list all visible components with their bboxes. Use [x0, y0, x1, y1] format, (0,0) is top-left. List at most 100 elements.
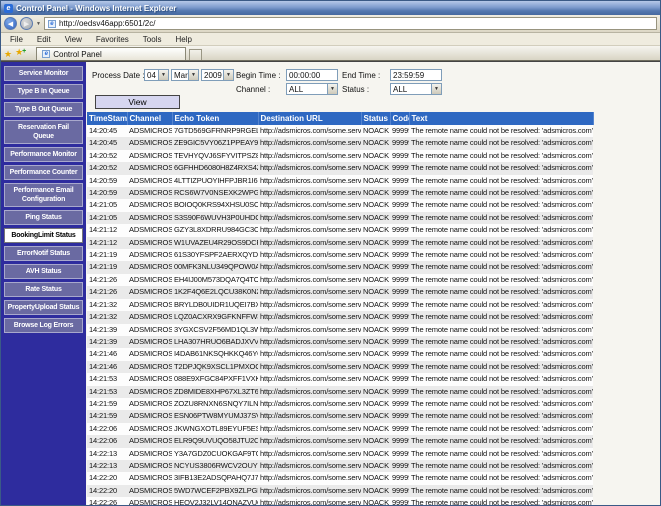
cell-text: The remote name could not be resolved: '… — [409, 212, 593, 224]
cell-channel: ADSMICROS — [127, 324, 172, 336]
cell-destination-url: http://adsmicros.com/some.server — [258, 249, 361, 261]
sidebar-item-performance-email-configuration[interactable]: Performance Email Configuration — [4, 183, 83, 207]
sidebar-item-service-monitor[interactable]: Service Monitor — [4, 66, 83, 81]
table-row: 14:21:19ADSMICROS00MFK3NLU349QPOW0AOZhtt… — [87, 261, 593, 273]
cell-echo-token: Y3A7GDZ0CUOKGAF9TQJA — [172, 448, 258, 460]
cell-channel: ADSMICROS — [127, 472, 172, 484]
cell-channel: ADSMICROS — [127, 448, 172, 460]
cell-channel: ADSMICROS — [127, 361, 172, 373]
day-select[interactable]: 04▼ — [144, 69, 169, 81]
sidebar-item-propertyupload-status[interactable]: PropertyUpload Status — [4, 300, 83, 315]
sidebar-item-ping-status[interactable]: Ping Status — [4, 210, 83, 225]
channel-select[interactable]: ALL▼ — [286, 83, 338, 95]
cell-code: 99999 — [390, 137, 409, 149]
sidebar-item-performance-monitor[interactable]: Performance Monitor — [4, 147, 83, 162]
url-text[interactable]: http://oedsv46app:6501/2c/ — [59, 19, 156, 28]
sidebar-item-type-b-in-queue[interactable]: Type B In Queue — [4, 84, 83, 99]
cell-destination-url: http://adsmicros.com/some.server — [258, 460, 361, 472]
cell-timestamp: 14:22:13 — [87, 460, 127, 472]
tab-control-panel[interactable]: e Control Panel — [36, 47, 186, 60]
sidebar-item-errornotif-status[interactable]: ErrorNotif Status — [4, 246, 83, 261]
menu-tools[interactable]: Tools — [136, 35, 169, 44]
cell-destination-url: http://adsmicros.com/some.server — [258, 336, 361, 348]
month-select[interactable]: Mar▼ — [171, 69, 199, 81]
menu-help[interactable]: Help — [168, 35, 198, 44]
cell-channel: ADSMICROS — [127, 162, 172, 174]
menu-file[interactable]: File — [3, 35, 30, 44]
table-row: 14:20:59ADSMICROSRCS6W7V0NSEXK2WPGSC6htt… — [87, 187, 593, 199]
cell-echo-token: BRYLDB0UIDR1UQEI7BXM — [172, 299, 258, 311]
cell-code: 99999 — [390, 472, 409, 484]
cell-status: NOACK — [361, 224, 390, 236]
process-date-label: Process Date : — [92, 71, 144, 80]
cell-timestamp: 14:21:59 — [87, 398, 127, 410]
cell-timestamp: 14:21:12 — [87, 224, 127, 236]
end-time-input[interactable] — [390, 69, 442, 81]
cell-status: NOACK — [361, 199, 390, 211]
cell-status: NOACK — [361, 398, 390, 410]
status-select[interactable]: ALL▼ — [390, 83, 442, 95]
cell-status: NOACK — [361, 423, 390, 435]
menu-view[interactable]: View — [58, 35, 89, 44]
cell-status: NOACK — [361, 460, 390, 472]
cell-text: The remote name could not be resolved: '… — [409, 485, 593, 497]
cell-text: The remote name could not be resolved: '… — [409, 311, 593, 323]
cell-text: The remote name could not be resolved: '… — [409, 448, 593, 460]
cell-timestamp: 14:21:46 — [87, 361, 127, 373]
add-favorite-icon[interactable]: ★ — [15, 46, 27, 60]
column-header-text: Text — [409, 112, 593, 125]
filter-form: Process Date : 04▼ Mar▼ 2009▼ Begin Time… — [86, 62, 660, 112]
begin-time-input[interactable] — [286, 69, 338, 81]
menu-edit[interactable]: Edit — [30, 35, 58, 44]
cell-channel: ADSMICROS — [127, 485, 172, 497]
sidebar-item-bookinglimit-status[interactable]: BookingLimit Status — [4, 228, 83, 243]
cell-code: 99999 — [390, 348, 409, 360]
cell-status: NOACK — [361, 150, 390, 162]
back-button[interactable]: ◀ — [4, 17, 17, 30]
cell-timestamp: 14:20:59 — [87, 175, 127, 187]
cell-status: NOACK — [361, 162, 390, 174]
sidebar-item-performance-counter[interactable]: Performance Counter — [4, 165, 83, 180]
cell-text: The remote name could not be resolved: '… — [409, 261, 593, 273]
cell-code: 99999 — [390, 187, 409, 199]
new-tab-stub[interactable] — [189, 49, 202, 60]
cell-status: NOACK — [361, 137, 390, 149]
cell-destination-url: http://adsmicros.com/some.server — [258, 386, 361, 398]
tab-label: Control Panel — [53, 50, 101, 59]
cell-text: The remote name could not be resolved: '… — [409, 472, 593, 484]
cell-destination-url: http://adsmicros.com/some.server — [258, 150, 361, 162]
cell-destination-url: http://adsmicros.com/some.server — [258, 448, 361, 460]
history-dropdown-icon[interactable]: ▼ — [36, 21, 41, 27]
cell-echo-token: EH4IJ00M573DQA7Q4TOU — [172, 274, 258, 286]
cell-channel: ADSMICROS — [127, 336, 172, 348]
cell-channel: ADSMICROS — [127, 212, 172, 224]
table-row: 14:21:05ADSMICROSBOIOQ0KRS94XHSU0SOUShtt… — [87, 199, 593, 211]
year-select[interactable]: 2009▼ — [201, 69, 234, 81]
table-row: 14:21:32ADSMICROSBRYLDB0UIDR1UQEI7BXMhtt… — [87, 299, 593, 311]
cell-code: 99999 — [390, 386, 409, 398]
cell-code: 99999 — [390, 336, 409, 348]
cell-code: 99999 — [390, 249, 409, 261]
favorites-star-icon[interactable]: ★ — [4, 48, 12, 60]
cell-timestamp: 14:21:46 — [87, 348, 127, 360]
table-row: 14:21:59ADSMICROSZOZU8RNXN6SNQY7ILNN6htt… — [87, 398, 593, 410]
channel-value: ALL — [287, 85, 327, 94]
menu-favorites[interactable]: Favorites — [89, 35, 136, 44]
sidebar-item-avh-status[interactable]: AVH Status — [4, 264, 83, 279]
view-button[interactable]: View — [95, 95, 180, 109]
table-row: 14:22:26ADSMICROSHEQV2J32LV14ONAZVUQ4htt… — [87, 497, 593, 505]
sidebar-item-browse-log-errors[interactable]: Browse Log Errors — [4, 318, 83, 333]
cell-echo-token: ZE9GIC5VY06Z1PPEAY91 — [172, 137, 258, 149]
cell-destination-url: http://adsmicros.com/some.server — [258, 125, 361, 137]
cell-echo-token: W1UVAZEU4R29OS9DCPNR — [172, 237, 258, 249]
sidebar-item-reservation-fail-queue[interactable]: Reservation Fail Queue — [4, 120, 83, 144]
address-bar[interactable]: e http://oedsv46app:6501/2c/ — [44, 17, 657, 30]
cell-timestamp: 14:22:20 — [87, 472, 127, 484]
cell-echo-token: GZY3L8XDRRU984GC3OKX — [172, 224, 258, 236]
column-header-channel: Channel — [127, 112, 172, 125]
forward-button[interactable]: ▶ — [20, 17, 33, 30]
sidebar-item-type-b-out-queue[interactable]: Type B Out Queue — [4, 102, 83, 117]
sidebar-item-rate-status[interactable]: Rate Status — [4, 282, 83, 297]
cell-destination-url: http://adsmicros.com/some.server — [258, 348, 361, 360]
cell-text: The remote name could not be resolved: '… — [409, 249, 593, 261]
